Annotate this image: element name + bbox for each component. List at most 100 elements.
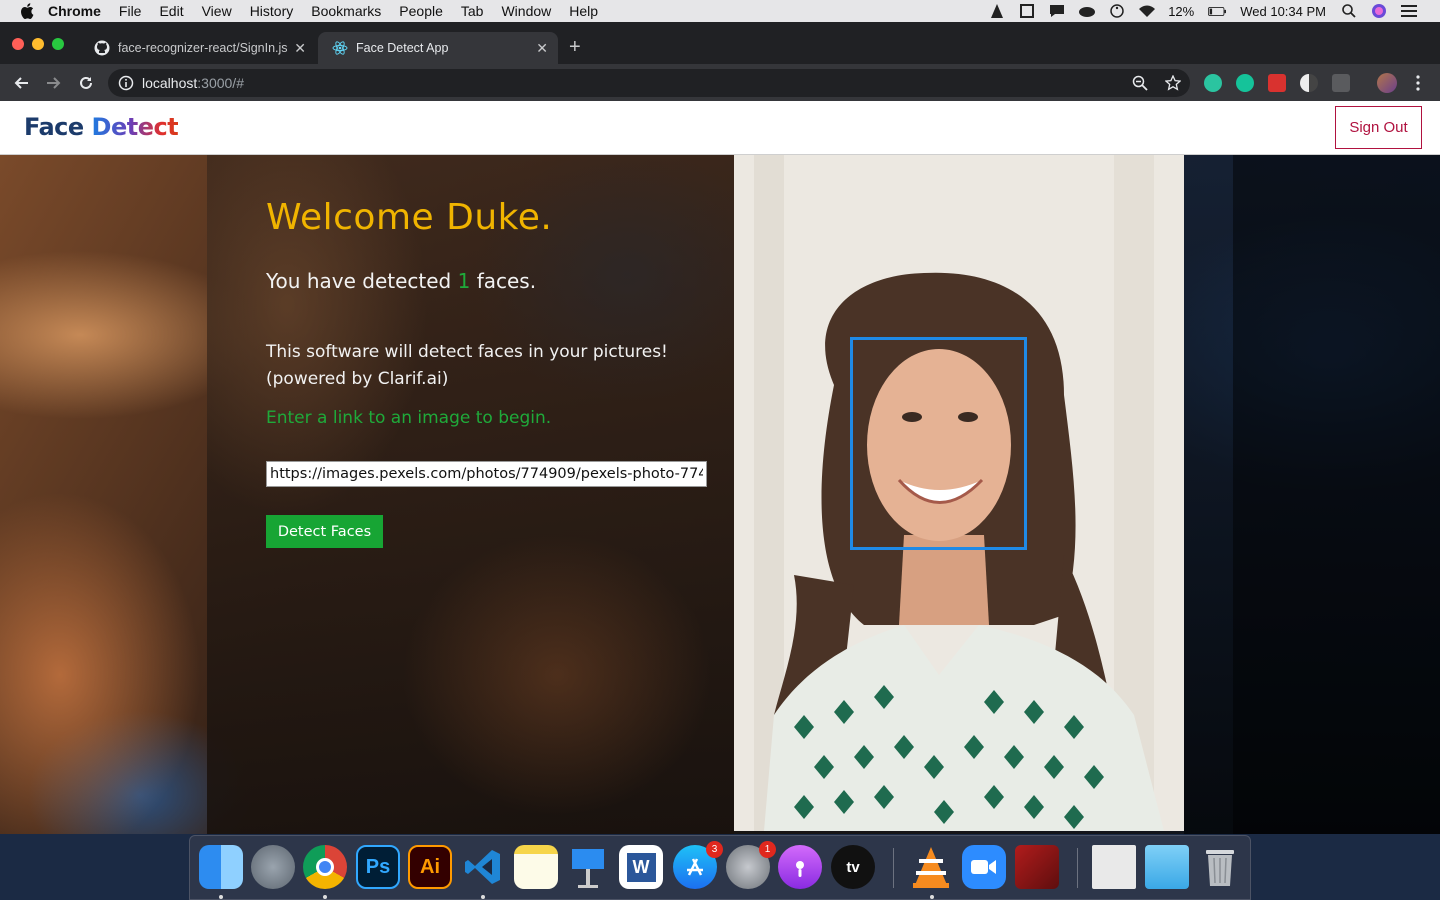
vlc-status-icon[interactable]: [988, 3, 1006, 19]
vlc-icon[interactable]: [909, 845, 953, 889]
count-suffix: faces.: [470, 269, 537, 293]
app-navbar: Face Detect Sign Out: [0, 101, 1440, 155]
url-host: localhost: [142, 75, 198, 91]
welcome-heading: Welcome Duke.: [266, 197, 553, 238]
face-count-line: You have detected 1 faces.: [266, 269, 536, 293]
menu-history[interactable]: History: [250, 3, 294, 19]
menu-view[interactable]: View: [202, 3, 232, 19]
background-shade: [1233, 155, 1440, 834]
accessibility-icon[interactable]: [1108, 3, 1126, 19]
menu-help[interactable]: Help: [569, 3, 598, 19]
face-count: 1: [457, 269, 471, 293]
message-status-icon[interactable]: [1048, 3, 1066, 19]
brand-part-face: Face: [24, 113, 92, 141]
github-icon: [94, 40, 110, 56]
network-status-icon[interactable]: [1018, 3, 1036, 19]
menubar-clock[interactable]: Wed 10:34 PM: [1240, 4, 1326, 19]
app-store-badge: 3: [706, 841, 723, 858]
dark-mode-icon[interactable]: [1300, 74, 1318, 92]
photo-booth-icon[interactable]: [1015, 845, 1059, 889]
tab-github[interactable]: face-recognizer-react/SignIn.js ✕: [80, 32, 316, 64]
content-panel: [207, 155, 734, 834]
browser-tabstrip: face-recognizer-react/SignIn.js ✕ Face D…: [0, 22, 1440, 64]
hero-section: Welcome Duke. You have detected 1 faces.…: [0, 155, 1440, 834]
image-link-prompt: Enter a link to an image to begin.: [266, 408, 552, 428]
apple-tv-icon[interactable]: tv: [831, 845, 875, 889]
menu-tab[interactable]: Tab: [461, 3, 484, 19]
count-prefix: You have detected: [266, 269, 458, 293]
web-page: Face Detect Sign Out Welcome Duke. You h…: [0, 101, 1440, 834]
minimize-window-button[interactable]: [32, 38, 44, 50]
tab-title: Face Detect App: [356, 41, 449, 55]
image-url-input[interactable]: [266, 461, 707, 487]
running-indicator: [481, 895, 485, 899]
url-path: :3000/#: [197, 75, 244, 91]
finder-icon[interactable]: [199, 845, 243, 889]
menu-bookmarks[interactable]: Bookmarks: [311, 3, 381, 19]
vscode-icon[interactable]: [461, 845, 505, 889]
spotlight-search-icon[interactable]: [1340, 3, 1358, 19]
menu-file[interactable]: File: [119, 3, 142, 19]
keynote-icon[interactable]: [566, 845, 610, 889]
back-button[interactable]: [10, 72, 32, 94]
launchpad-icon[interactable]: [251, 845, 295, 889]
wifi-icon[interactable]: [1138, 3, 1156, 19]
running-indicator: [930, 895, 934, 899]
url-text[interactable]: localhost:3000/#: [142, 75, 244, 91]
tab-close-icon[interactable]: ✕: [294, 40, 306, 57]
photoshop-icon[interactable]: Ps: [356, 845, 400, 889]
apple-logo-icon[interactable]: [20, 3, 34, 19]
pen-extension-icon[interactable]: [1332, 74, 1350, 92]
menu-edit[interactable]: Edit: [159, 3, 183, 19]
menu-people[interactable]: People: [399, 3, 443, 19]
battery-icon[interactable]: [1208, 3, 1227, 19]
detect-faces-button[interactable]: Detect Faces: [266, 515, 383, 548]
browser-toolbar: localhost:3000/#: [0, 64, 1440, 101]
brand-logo: Face Detect: [24, 113, 179, 141]
extension-red-icon[interactable]: [1268, 74, 1286, 92]
react-icon: [332, 41, 348, 55]
podcasts-icon[interactable]: [778, 845, 822, 889]
brand-part-detect: Detect: [91, 113, 179, 141]
extension-m-icon[interactable]: [1204, 74, 1222, 92]
battery-percent: 12%: [1168, 3, 1195, 19]
tab-title: face-recognizer-react/SignIn.js: [118, 41, 288, 55]
grammarly-icon[interactable]: [1236, 74, 1254, 92]
tab-close-icon[interactable]: ✕: [536, 40, 548, 57]
detected-image: [734, 155, 1184, 831]
illustrator-icon[interactable]: Ai: [408, 845, 452, 889]
dock-separator: [1077, 848, 1078, 888]
running-indicator: [323, 895, 327, 899]
site-info-icon[interactable]: [118, 75, 134, 91]
downloads-folder-icon[interactable]: [1145, 845, 1189, 889]
tab-face-detect[interactable]: Face Detect App ✕: [318, 32, 558, 64]
word-icon[interactable]: W: [619, 845, 663, 889]
zoom-out-icon[interactable]: [1132, 75, 1148, 91]
bookmark-star-icon[interactable]: [1165, 75, 1181, 91]
running-indicator: [219, 895, 223, 899]
profile-avatar[interactable]: [1377, 73, 1397, 93]
dock-separator: [893, 848, 894, 888]
forward-button[interactable]: [43, 72, 65, 94]
trash-icon[interactable]: [1198, 845, 1242, 889]
app-description: This software will detect faces in your …: [266, 342, 668, 389]
macos-dock: Ps Ai W 3 1 tv: [189, 835, 1251, 900]
macos-menubar: Chrome File Edit View History Bookmarks …: [0, 0, 1440, 22]
sign-out-button[interactable]: Sign Out: [1335, 106, 1422, 149]
close-window-button[interactable]: [12, 38, 24, 50]
menu-window[interactable]: Window: [501, 3, 551, 19]
chrome-icon[interactable]: [303, 845, 347, 889]
notes-icon[interactable]: [514, 845, 558, 889]
address-bar[interactable]: localhost:3000/#: [108, 69, 1190, 97]
menu-app-name[interactable]: Chrome: [48, 3, 101, 19]
zoom-icon[interactable]: [962, 845, 1006, 889]
documents-stack-icon[interactable]: [1092, 845, 1136, 889]
reload-button[interactable]: [75, 72, 97, 94]
notification-center-icon[interactable]: [1400, 3, 1418, 19]
chrome-menu-icon[interactable]: [1407, 72, 1429, 94]
siri-icon[interactable]: [1370, 3, 1388, 19]
zoom-window-button[interactable]: [52, 38, 64, 50]
word-letter: W: [626, 852, 656, 882]
new-tab-button[interactable]: +: [569, 36, 581, 59]
cloud-status-icon[interactable]: [1078, 3, 1096, 19]
